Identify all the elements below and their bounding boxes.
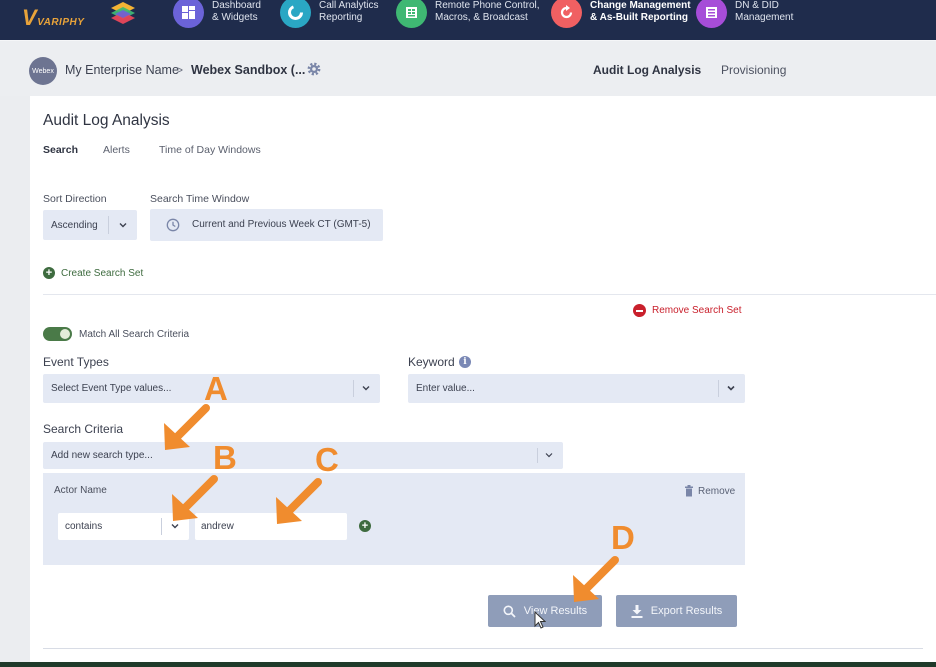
breadcrumb-bar: Webex My Enterprise Name > Webex Sandbox…: [0, 40, 936, 96]
add-criteria-plus-icon[interactable]: +: [359, 520, 371, 532]
logo-text: VARIPHY: [37, 17, 85, 28]
nav-remote-phone-control[interactable]: Remote Phone Control, Macros, & Broadcast: [396, 0, 540, 34]
actor-name-criteria-panel: Actor Name Remove contains andrew +: [43, 473, 745, 565]
chevron-down-icon: [362, 386, 370, 391]
nav-label: Dashboard: [212, 0, 261, 11]
nav-label: Remote Phone Control,: [435, 0, 540, 11]
nav-label: & Widgets: [212, 12, 258, 23]
chevron-down-icon: [545, 453, 553, 458]
sort-direction-value: Ascending: [51, 220, 98, 231]
nav-label: Macros, & Broadcast: [435, 12, 528, 23]
annotation-label-c: C: [315, 441, 339, 478]
phone-grid-icon: [396, 0, 427, 28]
select-divider: [718, 380, 719, 397]
nav-label: & As-Built Reporting: [590, 12, 688, 23]
annotation-arrow-a: [164, 404, 210, 450]
sort-direction-select[interactable]: Ascending: [43, 210, 137, 240]
tab-time-of-day-windows[interactable]: Time of Day Windows: [159, 144, 261, 156]
divider: [43, 648, 923, 649]
select-divider: [108, 216, 109, 234]
export-results-label: Export Results: [650, 605, 723, 617]
nav-dashboard-widgets[interactable]: Dashboard & Widgets: [173, 0, 261, 34]
select-divider: [161, 518, 162, 535]
remove-criteria-link[interactable]: Remove: [698, 486, 735, 497]
divider: [43, 294, 936, 295]
sort-direction-label: Sort Direction: [43, 193, 107, 205]
select-divider: [353, 380, 354, 397]
mouse-pointer-icon: [534, 611, 546, 629]
nav-label: Management: [735, 12, 794, 23]
dashboard-grid-icon: [173, 0, 204, 28]
nav-label: Call Analytics: [319, 0, 379, 11]
time-window-label: Search Time Window: [150, 193, 250, 205]
time-window-field[interactable]: Current and Previous Week CT (GMT-5): [150, 209, 383, 241]
search-criteria-label: Search Criteria: [43, 422, 124, 436]
layers-stack-icon[interactable]: [109, 1, 137, 27]
keyword-label: Keyword: [408, 355, 455, 369]
tab-search[interactable]: Search: [43, 144, 78, 156]
link-provisioning[interactable]: Provisioning: [721, 63, 786, 77]
clock-icon: [166, 218, 180, 232]
annotation-arrow-b: [172, 475, 218, 521]
chevron-down-icon: [119, 223, 127, 228]
nav-label: Reporting: [319, 12, 363, 23]
plus-circle-icon[interactable]: +: [43, 267, 55, 279]
nav-label: Change Management: [590, 0, 691, 11]
event-types-label: Event Types: [43, 355, 109, 369]
tab-alerts[interactable]: Alerts: [103, 144, 130, 156]
export-results-button[interactable]: Export Results: [616, 595, 737, 627]
breadcrumb-separator: >: [176, 63, 184, 77]
breadcrumb-cluster[interactable]: Webex Sandbox (...: [191, 63, 305, 77]
minus-circle-icon[interactable]: [633, 304, 646, 317]
nav-call-analytics[interactable]: Call Analytics Reporting: [280, 0, 378, 34]
variphy-logo[interactable]: VVARIPHY: [22, 5, 84, 31]
actor-name-label: Actor Name: [54, 485, 107, 496]
create-search-set-link[interactable]: Create Search Set: [61, 268, 143, 279]
annotation-arrow-c: [276, 478, 322, 524]
bottom-strip: [0, 662, 936, 667]
search-icon: [503, 605, 516, 618]
match-all-label: Match All Search Criteria: [79, 329, 190, 340]
info-icon[interactable]: i: [459, 356, 471, 368]
search-criteria-placeholder: Add new search type...: [51, 450, 153, 461]
keyword-input[interactable]: Enter value...: [408, 374, 745, 403]
refresh-cycle-icon: [551, 0, 582, 28]
time-window-value: Current and Previous Week CT (GMT-5): [192, 219, 371, 230]
gear-icon[interactable]: [306, 61, 322, 77]
keyword-placeholder: Enter value...: [416, 383, 475, 394]
annotation-label-d: D: [611, 519, 635, 556]
analytics-ring-icon: [280, 0, 311, 28]
event-types-placeholder: Select Event Type values...: [51, 383, 172, 394]
download-icon: [631, 604, 643, 618]
match-all-toggle[interactable]: [43, 327, 72, 341]
operator-value: contains: [65, 521, 103, 532]
annotation-label-b: B: [213, 439, 237, 476]
main-panel: Audit Log Analysis Search Alerts Time of…: [30, 96, 936, 667]
top-navigation-bar: VVARIPHY Dashboard & Widgets Call Analyti…: [0, 0, 936, 40]
nav-change-management[interactable]: Change Management & As-Built Reporting: [551, 0, 691, 34]
nav-label: DN & DID: [735, 0, 779, 11]
page-title: Audit Log Analysis: [43, 112, 170, 129]
nav-dn-did-management[interactable]: DN & DID Management: [696, 0, 793, 34]
breadcrumb-enterprise[interactable]: My Enterprise Name: [65, 63, 179, 77]
annotation-arrow-d: [573, 556, 619, 602]
search-criteria-select[interactable]: Add new search type...: [43, 442, 563, 469]
avatar[interactable]: Webex: [29, 57, 57, 85]
chevron-down-icon: [727, 385, 735, 391]
list-table-icon: [696, 0, 727, 28]
remove-search-set-link[interactable]: Remove Search Set: [652, 305, 742, 316]
trash-icon[interactable]: [684, 485, 694, 497]
link-audit-log-analysis[interactable]: Audit Log Analysis: [593, 63, 701, 77]
select-divider: [537, 448, 538, 463]
